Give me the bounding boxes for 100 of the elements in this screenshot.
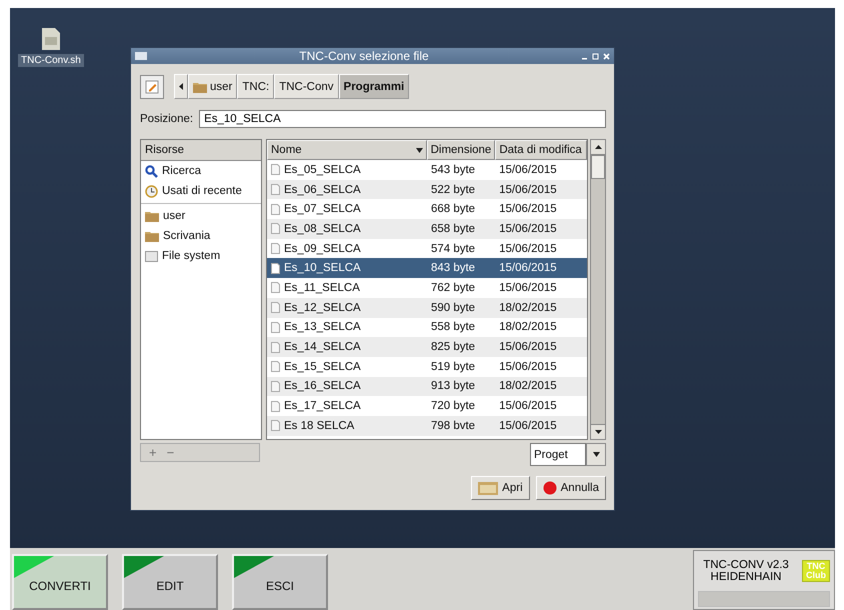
file-name: Es_11_SELCA xyxy=(284,282,360,294)
file-icon xyxy=(271,164,280,176)
file-size: 913 byte xyxy=(430,380,476,392)
file-size: 825 byte xyxy=(430,341,476,354)
file-size: 590 byte xyxy=(430,302,476,314)
file-row[interactable]: Es_06_SELCA 522 byte 15/06/2015 xyxy=(267,180,587,200)
file-icon xyxy=(271,302,280,314)
scroll-thumb[interactable] xyxy=(591,155,605,179)
file-name: Es_17_SELCA xyxy=(284,400,361,412)
softkey-button[interactable]: CONVERTI xyxy=(12,554,108,610)
file-row[interactable]: Es_14_SELCA 825 byte 15/06/2015 xyxy=(267,337,587,357)
file-row[interactable]: Es_05_SELCA 543 byte 15/06/2015 xyxy=(267,160,587,180)
info-text: TNC-CONV v2.3 xyxy=(703,559,789,571)
path-button[interactable]: TNC: xyxy=(237,74,274,99)
file-icon xyxy=(271,420,280,432)
file-name: Es_10_SELCA xyxy=(284,262,361,274)
file-icon xyxy=(271,322,280,333)
file-icon xyxy=(271,380,280,392)
file-date: 15/06/2015 xyxy=(498,222,558,235)
sort-arrow-icon xyxy=(416,148,423,152)
scroll-left-button[interactable] xyxy=(174,74,188,99)
place-item[interactable]: Ricerca xyxy=(141,161,261,181)
path-button[interactable]: Programmi xyxy=(338,74,410,99)
corner-icon xyxy=(124,556,164,578)
file-date: 15/06/2015 xyxy=(498,400,558,412)
file-row[interactable]: Es 18 SELCA 798 bvte 15/06/2015 xyxy=(267,416,587,436)
scrollbar[interactable] xyxy=(590,139,606,440)
file-name: Es_13_SELCA xyxy=(284,321,361,334)
file-name: Es_15_SELCA xyxy=(284,360,361,373)
window-title: TNC-Conv selezione file xyxy=(298,49,430,63)
desktop-icon-label[interactable]: TNC-Conv.sh xyxy=(18,54,84,67)
softkey-button[interactable]: EDIT xyxy=(122,554,218,610)
file-icon xyxy=(271,243,280,254)
scroll-down-icon xyxy=(594,430,602,434)
file-size: 658 byte xyxy=(430,222,476,235)
path-button[interactable]: TNC-Conv xyxy=(274,74,339,99)
file-row[interactable]: Es_08_SELCA 658 byte 15/06/2015 xyxy=(267,219,587,239)
file-name: Es_06_SELCA xyxy=(284,184,361,196)
file-date: 15/06/2015 xyxy=(498,420,558,432)
clock-icon xyxy=(145,184,158,198)
open-button[interactable]: Apri xyxy=(471,476,530,500)
cancel-button[interactable]: Annulla xyxy=(536,476,606,500)
corner-icon xyxy=(234,556,274,578)
location-label: Posizione: xyxy=(140,113,194,125)
place-item[interactable]: File system xyxy=(141,246,261,266)
file-size: 519 byte xyxy=(430,360,476,373)
file-icon xyxy=(271,361,280,372)
file-icon xyxy=(271,342,280,353)
file-date: 15/06/2015 xyxy=(498,262,558,274)
file-size: 543 byte xyxy=(430,164,476,176)
file-date: 15/06/2015 xyxy=(498,164,558,176)
file-date: 15/06/2015 xyxy=(498,360,558,373)
place-item[interactable]: user xyxy=(141,206,261,226)
file-icon xyxy=(271,204,280,215)
file-size: 574 byte xyxy=(430,242,476,255)
file-row[interactable]: Es_17_SELCA 720 byte 15/06/2015 xyxy=(267,396,587,416)
corner-icon xyxy=(14,556,54,578)
file-date: 15/06/2015 xyxy=(498,282,558,294)
location-field[interactable]: Es_10_SELCA xyxy=(199,110,606,128)
file-size: 668 byte xyxy=(430,203,476,216)
file-icon xyxy=(271,262,280,274)
file-name: Es_14_SELCA xyxy=(284,341,361,354)
file-name: Es_08_SELCA xyxy=(284,222,361,235)
close-icon xyxy=(603,52,610,60)
script-file-icon xyxy=(42,28,60,50)
file-size: 798 bvte xyxy=(430,420,476,432)
edit-location-button[interactable] xyxy=(140,74,164,98)
file-row[interactable]: Es_12_SELCA 590 byte 18/02/2015 xyxy=(267,298,587,318)
file-date: 15/06/2015 xyxy=(498,184,558,196)
file-size: 558 byte xyxy=(430,321,476,334)
window-menu-icon xyxy=(135,52,147,60)
file-name: Es_05_SELCA xyxy=(284,164,361,176)
dropdown-arrow-icon xyxy=(592,452,600,457)
folder-icon xyxy=(145,210,159,222)
info-text: HEIDENHAIN xyxy=(710,571,782,583)
file-size: 720 byte xyxy=(430,400,476,412)
stop-icon xyxy=(542,481,557,495)
path-button[interactable]: user xyxy=(188,74,238,99)
file-row[interactable]: Es_10_SELCA 843 byte 15/06/2015 xyxy=(267,258,587,278)
file-row[interactable]: Es_07_SELCA 668 byte 15/06/2015 xyxy=(267,199,587,220)
place-item[interactable]: Usati di recente xyxy=(141,181,261,201)
file-size: 762 byte xyxy=(430,282,476,294)
place-item[interactable]: Scrivania xyxy=(141,226,261,246)
maximize-icon xyxy=(592,52,599,60)
file-icon xyxy=(271,282,280,294)
file-row[interactable]: Es_13_SELCA 558 byte 18/02/2015 xyxy=(267,318,587,338)
file-icon xyxy=(271,223,280,234)
column-header[interactable]: Data di modifica xyxy=(495,140,587,160)
file-row[interactable]: Es_11_SELCA 762 byte 15/06/2015 xyxy=(267,278,587,298)
file-size: 522 byte xyxy=(430,184,476,196)
column-header[interactable]: Nome xyxy=(267,140,427,160)
file-row[interactable]: Es_15_SELCA 519 byte 15/06/2015 xyxy=(267,356,587,377)
file-row[interactable]: Es_16_SELCA 913 byte 18/02/2015 xyxy=(267,376,587,396)
file-name: Es 18 SELCA xyxy=(284,420,354,432)
column-header[interactable]: Dimensione xyxy=(426,140,496,160)
file-row[interactable]: Es_09_SELCA 574 byte 15/06/2015 xyxy=(267,238,587,258)
file-name: Es_09_SELCA xyxy=(284,242,361,255)
places-header[interactable]: Risorse xyxy=(141,140,261,161)
softkey-button[interactable]: ESCI xyxy=(232,554,328,610)
file-date: 15/06/2015 xyxy=(498,203,558,216)
